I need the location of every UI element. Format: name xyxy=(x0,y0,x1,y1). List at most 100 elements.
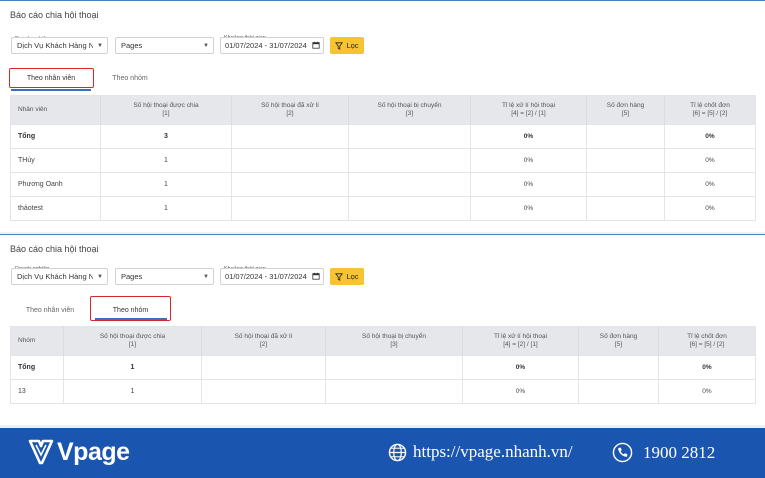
tab-by-staff[interactable]: Theo nhân viên xyxy=(14,301,86,319)
table-cell: 0% xyxy=(664,124,756,149)
column-header-text: [6] = [5] / [2] xyxy=(692,110,728,117)
column-header-text: [6] = [5] / [2] xyxy=(689,341,725,348)
table-row: Tổng 1 0% 0% xyxy=(10,355,756,380)
channel-select[interactable]: Pages ▼ xyxy=(115,268,214,285)
table-cell: 0% xyxy=(470,124,587,149)
hotline[interactable]: 1900 2812 xyxy=(612,442,715,463)
table-row: THủy 1 0% 0% xyxy=(10,148,756,173)
table-cell: 0% xyxy=(462,379,579,404)
brand-name: Vpage xyxy=(57,437,130,466)
table-cell: Tổng xyxy=(10,124,101,149)
table-cell xyxy=(231,148,349,173)
table-row: thảotest 1 0% 0% xyxy=(10,196,756,221)
table-header-row: Nhóm Số hội thoại được chia [1] Số hội th… xyxy=(10,326,756,356)
active-tab-indicator xyxy=(95,318,167,320)
filter-button[interactable]: Lọc xyxy=(330,268,364,285)
table-cell: 0% xyxy=(470,172,587,197)
column-header: Nhóm xyxy=(10,326,64,356)
column-header: Số đơn hàng [5] xyxy=(578,326,659,356)
date-range-input[interactable]: 01/07/2024 - 31/07/2024 xyxy=(220,37,324,54)
table-cell: 0% xyxy=(658,379,756,404)
column-header-text: [2] xyxy=(286,110,294,117)
table-row: Phương Oanh 1 0% 0% xyxy=(10,172,756,197)
chevron-down-icon: ▼ xyxy=(97,274,103,280)
column-header-text: [1] xyxy=(162,110,170,117)
table-cell xyxy=(201,379,326,404)
highlight-box xyxy=(9,68,94,88)
globe-icon xyxy=(388,443,407,461)
company-select[interactable]: Dịch Vụ Khách Hàng N... ▼ xyxy=(11,37,108,54)
column-header-text: Tỉ lệ xử lí hội thoại xyxy=(501,102,556,109)
table-cell xyxy=(348,196,471,221)
table-cell: 1 xyxy=(100,196,232,221)
vpage-logo-icon xyxy=(28,439,54,465)
table-cell xyxy=(578,355,659,380)
calendar-icon xyxy=(312,272,320,280)
table-cell: 1 xyxy=(63,355,202,380)
website-url: https://vpage.nhanh.vn/ xyxy=(413,442,573,461)
table-cell: 0% xyxy=(664,148,756,173)
column-header: Tỉ lệ chốt đơn [6] = [5] / [2] xyxy=(664,95,756,125)
table-row: 13 1 0% 0% xyxy=(10,379,756,404)
company-select-value: Dịch Vụ Khách Hàng N... xyxy=(17,41,93,50)
column-header-text: Số hội thoại đã xử lí xyxy=(234,333,293,340)
date-range-value: 01/07/2024 - 31/07/2024 xyxy=(225,41,307,50)
table-cell xyxy=(231,172,349,197)
filter-button-label: Lọc xyxy=(346,272,359,281)
column-header: Số hội thoại đã xử lí [2] xyxy=(201,326,326,356)
table-cell: 1 xyxy=(63,379,202,404)
column-header-text: [1] xyxy=(128,341,137,348)
table-cell: 3 xyxy=(100,124,232,149)
table-cell xyxy=(348,124,471,149)
date-range-input[interactable]: 01/07/2024 - 31/07/2024 xyxy=(220,268,324,285)
filter-button-label: Lọc xyxy=(346,41,359,50)
column-header-text: [5] xyxy=(614,341,623,348)
column-header: Số hội thoại đã xử lí [2] xyxy=(231,95,349,125)
column-header-text: [2] xyxy=(259,341,268,348)
phone-icon xyxy=(612,442,633,463)
table-cell: Tổng xyxy=(10,355,64,380)
chevron-down-icon: ▼ xyxy=(203,274,209,280)
table-cell xyxy=(325,355,463,380)
table-cell xyxy=(201,355,326,380)
report-panel-staff: Báo cáo chia hội thoại Doanh nghiệp Dịch… xyxy=(0,0,765,232)
table-cell xyxy=(586,124,665,149)
tab-by-group[interactable]: Theo nhóm xyxy=(100,69,160,87)
group-report-table: Nhóm Số hội thoại được chia [1] Số hội th… xyxy=(10,326,756,404)
filter-button[interactable]: Lọc xyxy=(330,37,364,54)
table-cell: thảotest xyxy=(10,196,101,221)
table-cell xyxy=(586,148,665,173)
company-select[interactable]: Dịch Vụ Khách Hàng N... ▼ xyxy=(11,268,108,285)
channel-select-value: Pages xyxy=(121,41,143,50)
column-header-text: Số hội thoại bị chuyển xyxy=(362,333,426,340)
column-header: Tỉ lệ chốt đơn [6] = [5] / [2] xyxy=(658,326,756,356)
column-header-text: Số hội thoại bị chuyển xyxy=(377,102,442,109)
column-header-text: [4] = [2] / [1] xyxy=(511,110,546,117)
funnel-icon xyxy=(335,41,344,50)
table-cell xyxy=(325,379,463,404)
column-header: Tỉ lệ xử lí hội thoại [4] = [2] / [1] xyxy=(470,95,587,125)
column-header-text: Số hội thoại đã xử lí xyxy=(261,102,319,109)
page-title: Báo cáo chia hội thoại xyxy=(10,10,99,20)
page-title: Báo cáo chia hội thoại xyxy=(10,244,99,254)
column-header-text: Số hội thoại được chia xyxy=(99,333,166,340)
column-header-text: [5] xyxy=(621,110,630,117)
column-header-text: Tỉ lệ chốt đơn xyxy=(690,102,730,109)
channel-select[interactable]: Pages ▼ xyxy=(115,37,214,54)
website-link[interactable]: https://vpage.nhanh.vn/ xyxy=(388,442,573,462)
column-header: Số đơn hàng [5] xyxy=(586,95,665,125)
column-header-text: Tỉ lệ xử lí hội thoại xyxy=(493,333,548,340)
channel-select-value: Pages xyxy=(121,272,143,281)
table-cell: 13 xyxy=(10,379,64,404)
phone-number: 1900 2812 xyxy=(643,442,716,462)
column-header-text: Số đơn hàng xyxy=(599,333,638,340)
table-cell xyxy=(231,196,349,221)
funnel-icon xyxy=(335,272,344,281)
brand-logo: Vpage xyxy=(28,437,130,467)
chevron-down-icon: ▼ xyxy=(97,43,103,49)
date-range-value: 01/07/2024 - 31/07/2024 xyxy=(225,272,307,281)
footer-banner: Vpage https://vpage.nhanh.vn/ 1900 2812 xyxy=(0,428,765,478)
table-cell: 0% xyxy=(462,355,579,380)
column-header: Số hội thoại được chia [1] xyxy=(63,326,202,356)
table-cell: 1 xyxy=(100,172,232,197)
